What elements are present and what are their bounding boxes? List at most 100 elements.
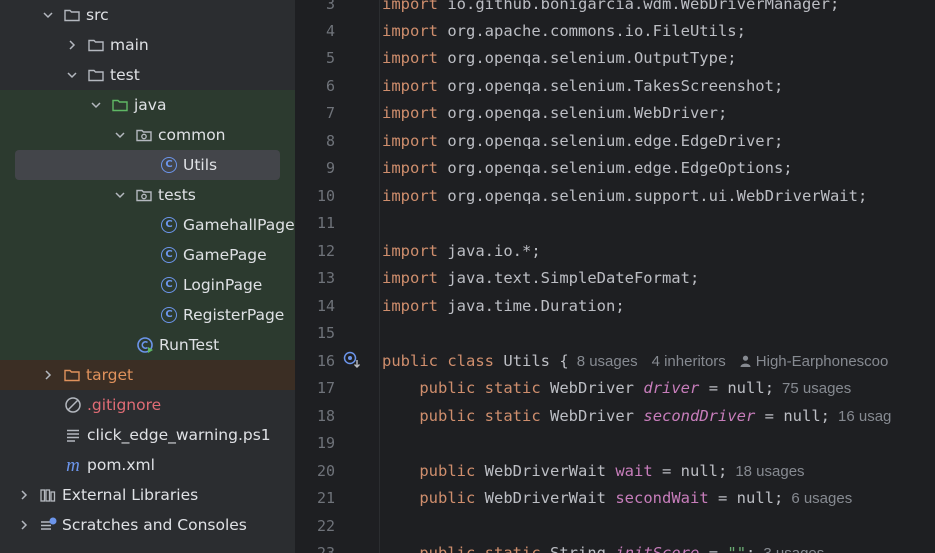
code-line-14: import java.time.Duration;	[382, 297, 625, 315]
line-number: 14	[316, 297, 335, 315]
code-line-13: import java.text.SimpleDateFormat;	[382, 269, 700, 287]
usages-hint[interactable]: 16 usag	[838, 408, 891, 425]
line-number: 11	[316, 214, 335, 232]
code-line-23: public static String initScore = "";3 us…	[382, 543, 824, 553]
tree-item-gamehallpage[interactable]: C GamehallPage	[0, 210, 295, 240]
tree-item-pom[interactable]: m pom.xml	[0, 450, 295, 480]
chevron-down-icon[interactable]	[88, 99, 104, 111]
tree-item-tests[interactable]: tests	[0, 180, 295, 210]
tree-item-external-libraries[interactable]: External Libraries	[0, 480, 295, 510]
library-icon	[39, 486, 57, 504]
code-line-3: import io.github.bonigarcia.wdm.WebDrive…	[382, 0, 840, 13]
usages-hint[interactable]: 8 usages	[577, 353, 638, 370]
tree-item-label: src	[86, 6, 109, 24]
chevron-down-icon[interactable]	[40, 9, 56, 21]
tree-item-label: External Libraries	[62, 486, 199, 504]
class-icon: C	[160, 306, 178, 324]
line-number: 5	[325, 49, 335, 67]
tree-item-common[interactable]: common	[0, 120, 295, 150]
tree-item-label: main	[110, 36, 149, 54]
line-number: 21	[316, 489, 335, 507]
tree-item-label: click_edge_warning.ps1	[87, 426, 271, 444]
tree-item-click-edge-warning[interactable]: click_edge_warning.ps1	[0, 420, 295, 450]
inheritors-hint[interactable]: 4 inheritors	[652, 353, 726, 370]
tree-item-label: Scratches and Consoles	[62, 516, 247, 534]
usages-hint[interactable]: 3 usages	[763, 545, 824, 553]
tree-item-label: Utils	[183, 156, 218, 174]
tree-item-java[interactable]: java	[0, 90, 295, 120]
tree-item-label: RunTest	[159, 336, 220, 354]
code-line-21: public WebDriverWait secondWait = null; 6…	[419, 489, 853, 507]
chevron-down-icon[interactable]	[112, 129, 128, 141]
chevron-right-icon[interactable]	[64, 39, 80, 51]
author-hint[interactable]: High-Earphonescoo	[740, 353, 888, 370]
line-number: 19	[316, 434, 335, 452]
tree-item-runtest[interactable]: RunTest	[0, 330, 295, 360]
implemented-marker-icon[interactable]	[343, 351, 361, 369]
class-icon: C	[160, 246, 178, 264]
tree-item-label: common	[158, 126, 226, 144]
class-icon: C	[160, 216, 178, 234]
line-number: 16	[316, 352, 335, 370]
class-icon: C	[160, 276, 178, 294]
line-number: 3	[325, 0, 335, 13]
tree-item-scratches[interactable]: Scratches and Consoles	[0, 510, 295, 540]
chevron-right-icon[interactable]	[40, 369, 56, 381]
excluded-folder-icon	[63, 366, 81, 384]
code-line-7: import org.openqa.selenium.WebDriver;	[382, 104, 728, 122]
chevron-right-icon[interactable]	[16, 519, 32, 531]
tree-item-registerpage[interactable]: C RegisterPage	[0, 300, 295, 330]
project-tree: src main test java common C Utils tests …	[0, 0, 295, 553]
tree-item-main[interactable]: main	[0, 30, 295, 60]
chevron-down-icon[interactable]	[64, 69, 80, 81]
tree-item-label: tests	[158, 186, 196, 204]
usages-hint[interactable]: 6 usages	[791, 490, 852, 507]
code-line-12: import java.io.*;	[382, 242, 541, 260]
line-number: 17	[316, 379, 335, 397]
ignore-file-icon	[64, 396, 82, 414]
usages-hint[interactable]: 18 usages	[735, 463, 804, 480]
code-line-8: import org.openqa.selenium.edge.EdgeDriv…	[382, 132, 784, 150]
tree-item-test[interactable]: test	[0, 60, 295, 90]
tree-item-label: .gitignore	[87, 396, 162, 414]
tree-item-gamepage[interactable]: C GamePage	[0, 240, 295, 270]
line-number: 4	[325, 22, 335, 40]
line-number: 8	[325, 132, 335, 150]
code-line-17: public static WebDriver driver = null; 75…	[419, 379, 852, 397]
tree-item-target[interactable]: target	[0, 360, 295, 390]
class-icon: C	[160, 156, 178, 174]
tree-item-gitignore[interactable]: .gitignore	[0, 390, 295, 420]
code-editor[interactable]: 3 4 5 6 7 8 9 10 11 12 13 14 15 16 17 18…	[295, 0, 935, 553]
tree-item-src[interactable]: src	[0, 0, 295, 30]
line-number: 12	[316, 242, 335, 260]
line-number: 18	[316, 407, 335, 425]
tree-item-label: target	[86, 366, 134, 384]
tree-item-label: GamehallPage	[183, 216, 295, 234]
tree-item-label: test	[110, 66, 140, 84]
package-icon	[135, 126, 153, 144]
line-number: 15	[316, 324, 335, 342]
tree-item-loginpage[interactable]: C LoginPage	[0, 270, 295, 300]
folder-icon	[87, 66, 105, 84]
tree-item-label: LoginPage	[183, 276, 263, 294]
usages-hint[interactable]: 75 usages	[782, 380, 851, 397]
tree-item-label: java	[134, 96, 167, 114]
code-line-18: public static WebDriver secondDriver = n…	[419, 407, 892, 425]
scratches-icon	[39, 516, 57, 534]
code-line-16: public class Utils {8 usages 4 inheritors…	[382, 352, 889, 370]
chevron-right-icon[interactable]	[16, 489, 32, 501]
code-line-20: public WebDriverWait wait = null; 18 usag…	[419, 462, 805, 480]
code-line-4: import org.apache.commons.io.FileUtils;	[382, 22, 746, 40]
tree-item-utils[interactable]: C Utils	[0, 150, 295, 180]
runnable-class-icon	[136, 336, 154, 354]
text-file-icon	[64, 426, 82, 444]
code-line-6: import org.openqa.selenium.TakesScreensh…	[382, 77, 784, 95]
gutter-divider	[379, 0, 380, 553]
line-number: 10	[316, 187, 335, 205]
package-icon	[135, 186, 153, 204]
line-number: 13	[316, 269, 335, 287]
chevron-down-icon[interactable]	[112, 189, 128, 201]
code-line-5: import org.openqa.selenium.OutputType;	[382, 49, 737, 67]
folder-icon	[87, 36, 105, 54]
ide-window: src main test java common C Utils tests …	[0, 0, 935, 553]
